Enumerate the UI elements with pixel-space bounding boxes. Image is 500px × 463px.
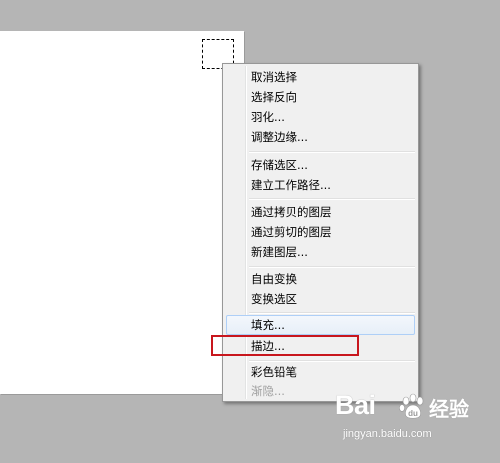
menu-separator <box>249 198 415 199</box>
baidu-jingyan-watermark: Bai du 经验 jingyan.baidu.com <box>335 390 495 450</box>
menu-item-select-inverse[interactable]: 选择反向 <box>226 87 415 107</box>
menu-item-make-work-path[interactable]: 建立工作路径... <box>226 175 415 195</box>
menu-item-transform-selection[interactable]: 变换选区 <box>226 289 415 309</box>
menu-item-new-layer[interactable]: 新建图层... <box>226 242 415 262</box>
menu-item-save-selection[interactable]: 存储选区... <box>226 155 415 175</box>
menu-item-colored-pencil[interactable]: 彩色铅笔 <box>226 362 415 382</box>
menu-item-deselect[interactable]: 取消选择 <box>226 67 415 87</box>
menu-separator <box>249 266 415 267</box>
menu-item-refine-edge[interactable]: 调整边缘... <box>226 127 415 147</box>
menu-item-free-transform[interactable]: 自由变换 <box>226 269 415 289</box>
stroke-highlight-box <box>211 335 359 356</box>
menu-separator <box>249 312 415 313</box>
menu-item-feather[interactable]: 羽化... <box>226 107 415 127</box>
menu-separator <box>249 151 415 152</box>
menu-item-layer-via-cut[interactable]: 通过剪切的图层 <box>226 222 415 242</box>
menu-item-fill[interactable]: 填充... <box>226 315 415 335</box>
document-canvas[interactable] <box>0 31 244 394</box>
watermark-jingyan-text: 经验 <box>429 397 469 421</box>
paw-icon: du <box>399 393 424 419</box>
svg-text:du: du <box>408 409 418 418</box>
menu-item-layer-via-copy[interactable]: 通过拷贝的图层 <box>226 202 415 222</box>
menu-separator <box>249 360 415 361</box>
watermark-url: jingyan.baidu.com <box>343 428 432 440</box>
watermark-logo-text: Bai <box>335 390 376 420</box>
